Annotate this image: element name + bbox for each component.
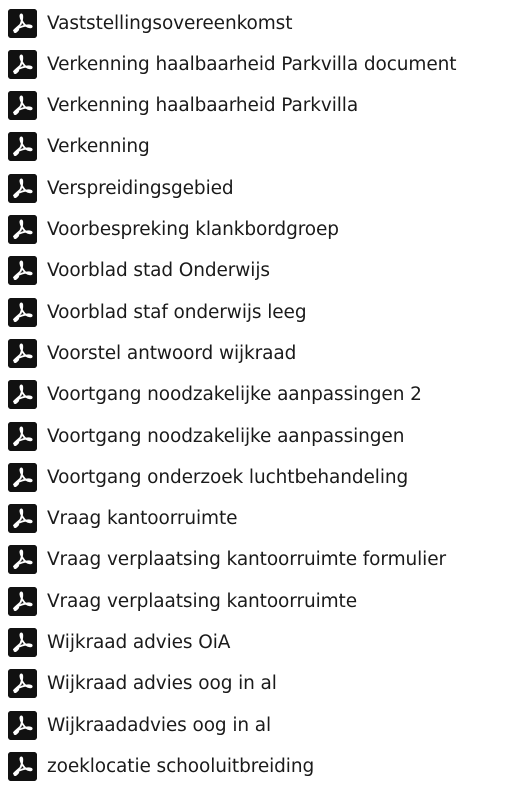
file-name: Voortgang onderzoek luchtbehandeling [47,466,409,488]
file-item[interactable]: Vraag verplaatsing kantoorruimte [0,580,357,622]
file-name: Wijkraad advies oog in al [47,673,277,695]
pdf-icon [8,380,37,410]
file-name: Voorstel antwoord wijkraad [47,342,297,364]
file-name: Verkenning haalbaarheid Parkvilla [47,95,359,117]
pdf-icon [8,91,37,121]
file-name: Voortgang noodzakelijke aanpassingen 2 [47,384,422,406]
file-name: Vraag verplaatsing kantoorruimte [47,590,357,612]
file-item[interactable]: Verkenning haalbaarheid Parkvilla docume… [0,43,457,85]
pdf-icon [8,297,37,327]
file-name: Wijkraad advies OiA [47,632,231,653]
pdf-icon [8,256,37,286]
pdf-icon [8,504,37,534]
file-item[interactable]: Verkenning [0,126,150,168]
file-name: Wijkraadadvies oog in al [47,714,272,736]
file-item[interactable]: Voortgang noodzakelijke aanpassingen 2 [0,374,422,416]
file-item[interactable]: Voortgang noodzakelijke aanpassingen [0,415,404,457]
pdf-icon [8,751,37,781]
file-item[interactable]: Voorblad staf onderwijs leeg [0,291,307,333]
file-item[interactable]: Wijkraad advies OiA [0,622,230,664]
file-item[interactable]: Vaststellingsovereenkomst [0,2,292,44]
pdf-icon [8,669,37,699]
file-item[interactable]: Verkenning haalbaarheid Parkvilla [0,85,358,127]
pdf-icon [8,8,37,38]
pdf-icon [8,215,37,244]
file-name: Verkenning haalbaarheid Parkvilla docume… [47,53,457,75]
pdf-icon [8,462,37,492]
file-name: zoeklocatie schooluitbreiding [47,755,315,777]
file-item[interactable]: Voorstel antwoord wijkraad [0,332,296,374]
pdf-icon [8,49,37,79]
file-item[interactable]: Wijkraadadvies oog in al [0,704,271,746]
pdf-icon [8,628,37,657]
file-name: Verkenning [47,136,150,158]
file-name: Voorblad stad Onderwijs [47,260,270,282]
pdf-icon [8,586,37,616]
pdf-icon [8,421,37,451]
file-item[interactable]: Verspreidingsgebied [0,167,234,209]
file-name: Verspreidingsgebied [47,177,234,199]
pdf-icon [8,132,37,162]
file-item[interactable]: Voorbespreking klankbordgroep [0,209,339,251]
pdf-icon [8,173,37,203]
file-item[interactable]: Wijkraad advies oog in al [0,663,277,705]
pdf-icon [8,338,37,368]
pdf-icon [8,710,37,740]
file-item[interactable]: Vraag kantoorruimte [0,498,238,540]
file-item[interactable]: Vraag verplaatsing kantoorruimte formuli… [0,539,446,581]
file-name: Vraag verplaatsing kantoorruimte formuli… [47,549,446,571]
file-name: Vaststellingsovereenkomst [47,12,293,34]
file-item[interactable]: Voorblad stad Onderwijs [0,250,270,292]
file-item[interactable]: zoeklocatie schooluitbreiding [0,745,314,787]
file-name: Voortgang noodzakelijke aanpassingen [47,425,405,447]
file-name: Vraag kantoorruimte [47,508,238,530]
file-name: Voorblad staf onderwijs leeg [47,301,307,323]
file-list: Vaststellingsovereenkomst Verkenning haal… [0,0,520,788]
file-item[interactable]: Voortgang onderzoek luchtbehandeling [0,456,408,498]
pdf-icon [8,545,37,575]
file-name: Voorbespreking klankbordgroep [47,219,339,240]
